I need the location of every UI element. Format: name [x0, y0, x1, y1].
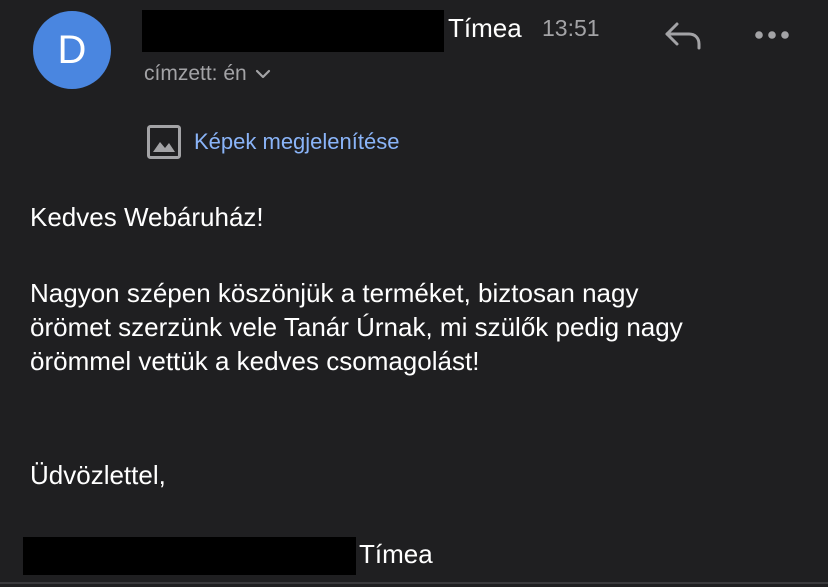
redacted-sender-surname [142, 10, 444, 52]
message-paragraph: Nagyon szépen köszönjük a terméket, bizt… [30, 276, 683, 378]
bottom-divider [0, 582, 828, 584]
more-options-button[interactable] [748, 18, 796, 52]
recipient-label: címzett: én [144, 62, 247, 85]
reply-icon [665, 22, 701, 50]
show-images-link[interactable]: Képek megjelenítése [146, 124, 399, 160]
message-greeting: Kedves Webáruház! [30, 202, 264, 232]
chevron-down-icon [255, 68, 271, 80]
paragraph-line: Nagyon szépen köszönjük a terméket, bizt… [30, 278, 639, 308]
recipient-toggle[interactable]: címzett: én [144, 61, 271, 87]
show-images-label: Képek megjelenítése [194, 129, 400, 154]
avatar-letter: D [57, 27, 87, 72]
reply-button[interactable] [660, 16, 706, 56]
message-closing: Üdvözlettel, [30, 460, 166, 490]
paragraph-line: örömmel vettük a kedves csomagolást! [30, 346, 480, 376]
paragraph-line: örömet szerzünk vele Tanár Úrnak, mi szü… [30, 312, 683, 342]
redacted-signature-surname [23, 537, 356, 575]
more-horizontal-icon [755, 31, 789, 39]
message-time: 13:51 [542, 15, 600, 41]
sender-avatar[interactable]: D [33, 11, 111, 89]
signature-name: Tímea [359, 539, 433, 569]
sender-name[interactable]: Tímea [448, 12, 522, 44]
image-icon [146, 124, 182, 160]
